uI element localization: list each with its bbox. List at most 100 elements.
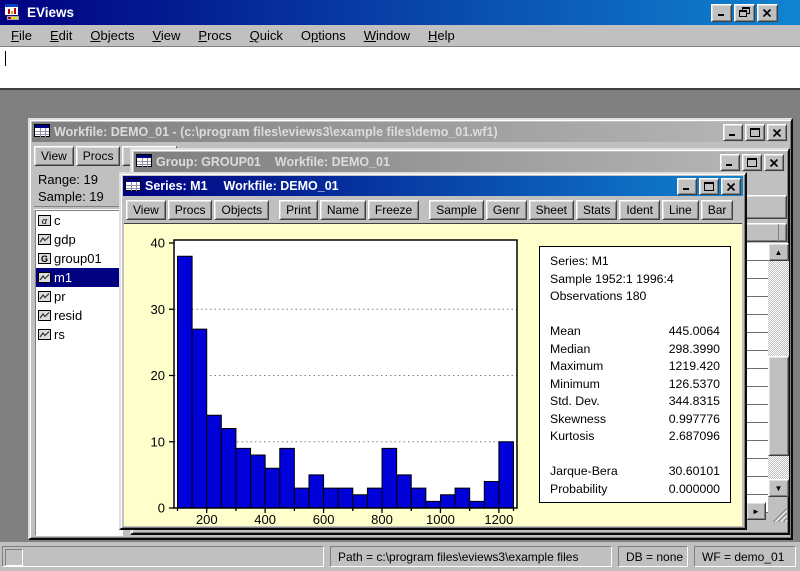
toolbar-button-sheet[interactable]: Sheet xyxy=(528,200,574,220)
toolbar-button-print[interactable]: Print xyxy=(279,200,318,220)
stat-row: Minimum 126.5370 xyxy=(550,376,720,394)
series-icon xyxy=(38,310,51,321)
eviews-app-icon[interactable] xyxy=(4,2,22,23)
toolbar-button-procs[interactable]: Procs xyxy=(75,146,121,166)
status-db-panel: DB = none xyxy=(618,546,688,567)
group-toolbar-button-fragment[interactable] xyxy=(745,195,787,219)
toolbar-button-genr[interactable]: Genr xyxy=(485,200,527,220)
toolbar-group: View Procs Objects xyxy=(126,200,270,220)
object-item-group01[interactable]: Ggroup01 xyxy=(36,249,122,268)
object-item-m1[interactable]: m1 xyxy=(36,268,122,287)
resize-grip-icon[interactable] xyxy=(771,506,788,526)
series-toolbar: View Procs Objects Print Name Freeze Sample Gen… xyxy=(126,200,734,220)
svg-text:30: 30 xyxy=(151,302,165,317)
stat-row: Std. Dev. 344.8315 xyxy=(550,393,720,411)
stat-row: Median 298.3990 xyxy=(550,341,720,359)
group-window-icon xyxy=(136,154,152,170)
group-maximize-button[interactable] xyxy=(742,153,762,171)
status-wf-panel: WF = demo_01 xyxy=(694,546,796,567)
arrow-right-icon: ► xyxy=(752,506,760,516)
command-window[interactable] xyxy=(0,46,800,90)
spreadsheet-row xyxy=(747,279,768,297)
menu-item-objects[interactable]: Objects xyxy=(81,26,143,45)
restore-button[interactable] xyxy=(734,3,755,22)
spreadsheet-row xyxy=(747,333,768,351)
menu-item-options[interactable]: Options xyxy=(292,26,355,45)
toolbar-button-sample[interactable]: Sample xyxy=(429,200,484,220)
stat-label: Median xyxy=(550,341,591,356)
svg-text:10: 10 xyxy=(151,434,165,449)
spreadsheet-row xyxy=(747,369,768,387)
toolbar-button-freeze[interactable]: Freeze xyxy=(367,200,420,220)
toolbar-button-view[interactable]: View xyxy=(126,200,166,220)
svg-text:1000: 1000 xyxy=(426,512,455,526)
menu-item-help[interactable]: Help xyxy=(419,26,464,45)
status-bar: Path = c:\program files\eviews3\example … xyxy=(0,542,800,571)
workfile-maximize-button[interactable] xyxy=(745,123,765,141)
series-window: Series: M1 Workfile: DEMO_01 View Procs Ob… xyxy=(119,172,747,530)
stat-value: 344.8315 xyxy=(668,394,720,408)
group-vertical-scrollbar[interactable]: ▲ ▼ xyxy=(768,243,789,497)
scroll-down-button[interactable]: ▼ xyxy=(768,479,789,497)
svg-text:G: G xyxy=(41,254,48,264)
workfile-window-icon xyxy=(34,124,50,140)
workfile-close-button[interactable] xyxy=(767,123,787,141)
series-icon xyxy=(38,234,51,245)
scroll-up-button[interactable]: ▲ xyxy=(768,243,789,261)
workfile-title: Workfile: DEMO_01 - (c:\program files\ev… xyxy=(54,125,498,139)
series-title-bar[interactable]: Series: M1 Workfile: DEMO_01 xyxy=(123,176,743,196)
object-item-resid[interactable]: resid xyxy=(36,306,122,325)
toolbar-button-objects[interactable]: Objects xyxy=(214,200,270,220)
minimize-button[interactable] xyxy=(711,3,732,22)
toolbar-button-name[interactable]: Name xyxy=(319,200,366,220)
stat-value: 2.687096 xyxy=(668,429,720,443)
stat-row: Probability 0.000000 xyxy=(550,481,720,499)
stats-header-line: Sample 1952:1 1996:4 xyxy=(550,271,674,286)
toolbar-group: Sample Genr Sheet Stats Ident Line Bar xyxy=(429,200,734,220)
status-left-box xyxy=(5,549,23,566)
spreadsheet-row xyxy=(747,477,768,495)
group-spreadsheet-cells-fragment[interactable] xyxy=(746,243,768,513)
workfile-minimize-button[interactable] xyxy=(723,123,743,141)
scrollbar-thumb[interactable] xyxy=(768,356,789,456)
spreadsheet-row xyxy=(747,297,768,315)
close-button[interactable] xyxy=(757,3,778,22)
stat-label: Std. Dev. xyxy=(550,394,600,408)
toolbar-button-bar[interactable]: Bar xyxy=(700,200,734,220)
spreadsheet-row xyxy=(747,315,768,333)
object-item-pr[interactable]: pr xyxy=(36,287,122,306)
menu-item-window[interactable]: Window xyxy=(355,26,419,45)
series-icon xyxy=(38,329,51,340)
group-title-bar[interactable]: Group: GROUP01 Workfile: DEMO_01 xyxy=(134,152,786,172)
menu-item-procs[interactable]: Procs xyxy=(189,26,240,45)
spreadsheet-row xyxy=(747,351,768,369)
toolbar-button-stats[interactable]: Stats xyxy=(575,200,618,220)
stat-row: Mean 445.0064 xyxy=(550,323,720,341)
workfile-title-bar[interactable]: Workfile: DEMO_01 - (c:\program files\ev… xyxy=(32,122,789,142)
series-minimize-button[interactable] xyxy=(677,177,697,195)
menu-item-file[interactable]: File xyxy=(2,26,41,45)
status-path-panel: Path = c:\program files\eviews3\example … xyxy=(330,546,612,567)
toolbar-button-line[interactable]: Line xyxy=(662,200,699,220)
svg-text:α: α xyxy=(42,216,48,226)
status-message-panel xyxy=(2,546,324,567)
menu-item-quick[interactable]: Quick xyxy=(241,26,292,45)
group-column-header-fragment xyxy=(745,223,787,243)
object-item-label: resid xyxy=(54,308,83,323)
object-item-gdp[interactable]: gdp xyxy=(36,230,122,249)
workfile-object-list: α c gdp Ggroup01 m1 pr resid rs xyxy=(35,210,123,536)
menu-item-view[interactable]: View xyxy=(143,26,189,45)
group-icon: G xyxy=(38,253,51,264)
toolbar-button-ident[interactable]: Ident xyxy=(619,200,661,220)
svg-text:20: 20 xyxy=(151,368,165,383)
series-close-button[interactable] xyxy=(721,177,741,195)
object-item-c[interactable]: αc xyxy=(36,211,122,230)
group-minimize-button[interactable] xyxy=(720,153,740,171)
toolbar-button-view[interactable]: View xyxy=(34,146,74,166)
series-maximize-button[interactable] xyxy=(699,177,719,195)
toolbar-button-procs[interactable]: Procs xyxy=(167,200,213,220)
scroll-right-button[interactable]: ► xyxy=(746,502,766,520)
menu-item-edit[interactable]: Edit xyxy=(41,26,81,45)
object-item-rs[interactable]: rs xyxy=(36,325,122,344)
group-close-button[interactable] xyxy=(764,153,784,171)
